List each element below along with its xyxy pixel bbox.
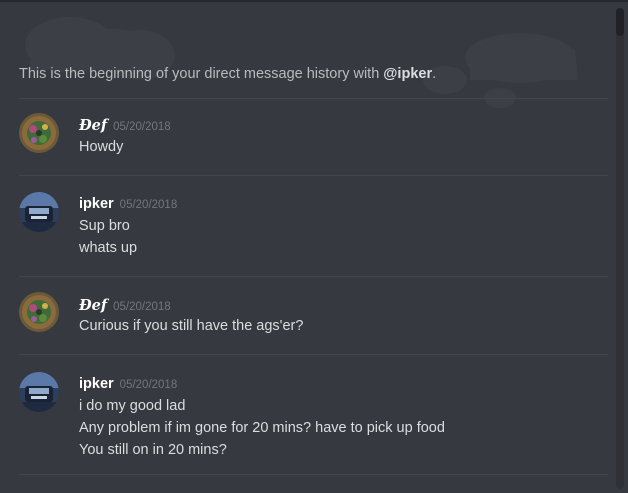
message-timestamp: 05/20/2018	[119, 199, 178, 211]
message-divider	[19, 276, 608, 277]
message-text: Any problem if im gone for 20 mins? have…	[79, 420, 445, 436]
message-text: Curious if you still have the ags'er?	[79, 318, 304, 334]
avatar[interactable]	[19, 292, 59, 332]
welcome-background-art	[25, 17, 578, 108]
avatar[interactable]	[19, 192, 59, 232]
message-author[interactable]: ipker 05/20/2018	[79, 196, 177, 212]
def-avatar-icon	[19, 292, 59, 332]
message-text: i do my good lad	[79, 398, 186, 414]
message-author[interactable]: Đef 05/20/2018	[79, 117, 171, 134]
message-timestamp: 05/20/2018	[113, 301, 171, 313]
ipker-avatar-icon	[19, 192, 59, 232]
scrollbar-track[interactable]	[616, 8, 624, 489]
ipker-avatar-icon	[19, 372, 59, 412]
message-divider	[19, 98, 608, 99]
def-avatar-icon	[19, 113, 59, 153]
message-divider	[19, 175, 608, 176]
message-author[interactable]: ipker 05/20/2018	[79, 376, 177, 392]
intro-username[interactable]: @ipker	[383, 66, 432, 82]
avatar[interactable]	[19, 372, 59, 412]
message-timestamp: 05/20/2018	[119, 379, 178, 391]
avatar[interactable]	[19, 113, 59, 153]
message-author[interactable]: Đef 05/20/2018	[79, 297, 171, 314]
scrollbar-thumb[interactable]	[616, 8, 624, 36]
message-text: Sup bro	[79, 218, 130, 234]
message-divider	[19, 474, 608, 475]
message-divider	[19, 354, 608, 355]
message-text: Howdy	[79, 139, 124, 155]
dm-history-intro: This is the beginning of your direct mes…	[19, 66, 437, 82]
message-text: whats up	[79, 240, 138, 256]
message-timestamp: 05/20/2018	[113, 121, 171, 133]
message-text: You still on in 20 mins?	[79, 442, 227, 458]
